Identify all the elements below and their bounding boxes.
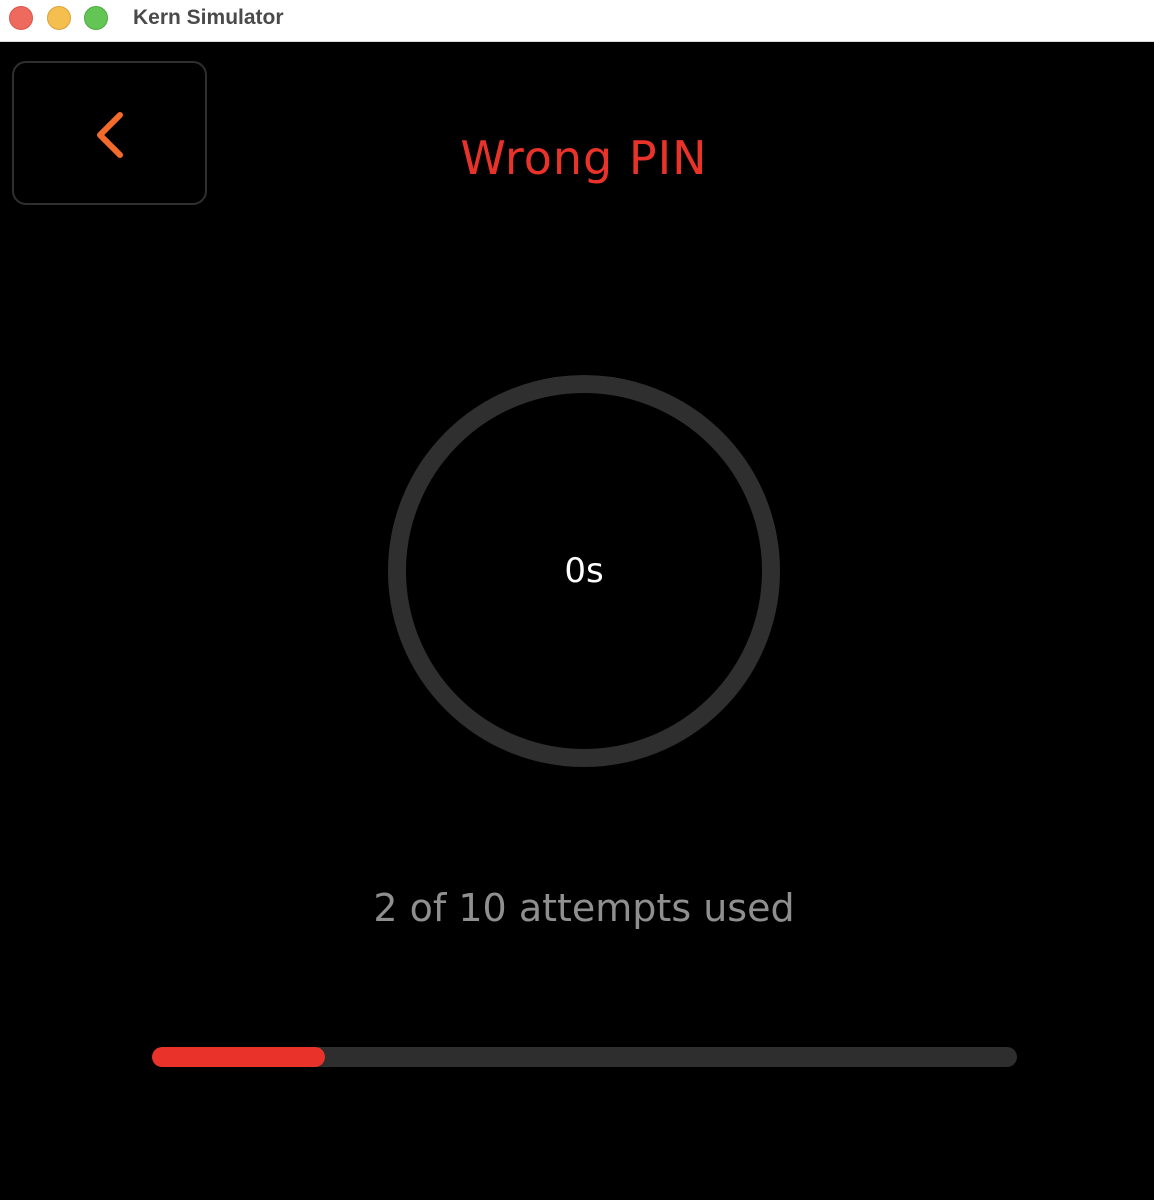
attempts-progress-bar (152, 1047, 1017, 1067)
countdown-label: 0s (564, 551, 604, 591)
minimize-window-button[interactable] (47, 6, 71, 30)
title-bar: Kern Simulator (0, 0, 1154, 42)
attempts-status: 2 of 10 attempts used (373, 886, 795, 930)
maximize-window-button[interactable] (84, 6, 108, 30)
simulator-window: Kern Simulator Wrong PIN 0s 2 of 10 atte… (0, 0, 1154, 1200)
close-window-button[interactable] (9, 6, 33, 30)
window-title: Kern Simulator (133, 6, 284, 29)
attempts-progress-fill (152, 1047, 325, 1067)
page-title: Wrong PIN (460, 131, 708, 185)
